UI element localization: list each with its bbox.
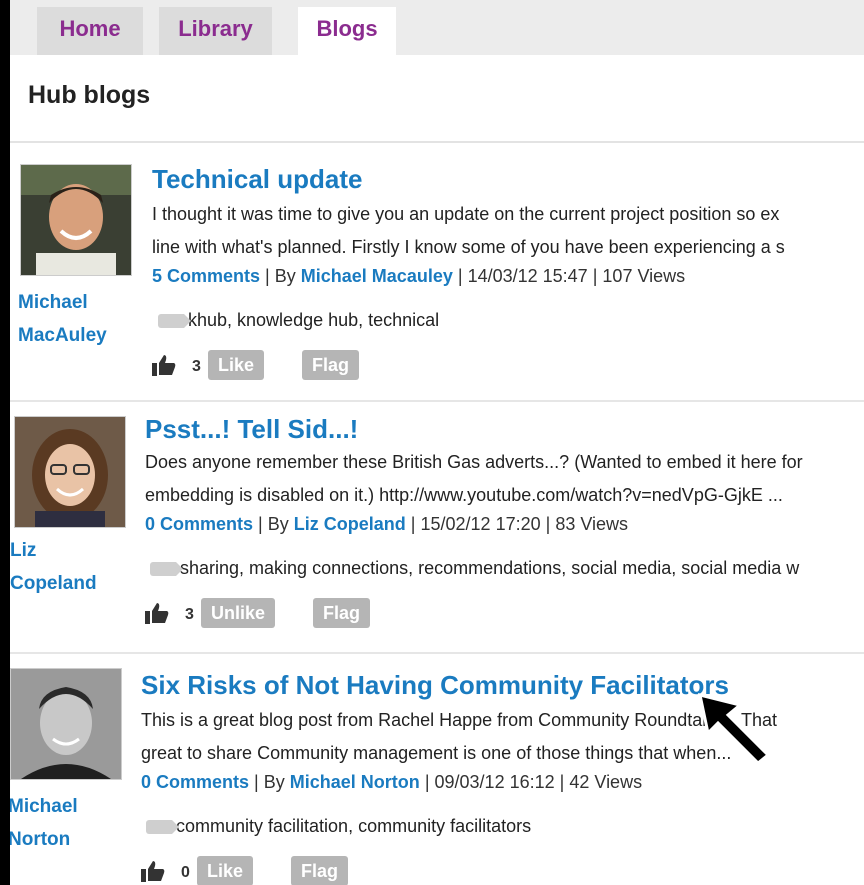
- separator: |: [592, 266, 598, 286]
- tag-icon: [158, 314, 191, 329]
- tag-icon: [150, 562, 183, 577]
- post-meta: 5 Comments | By Michael Macauley | 14/03…: [152, 266, 685, 287]
- flag-button[interactable]: Flag: [291, 856, 349, 885]
- like-count: 3: [185, 606, 194, 623]
- author-last-name: Norton: [10, 829, 71, 850]
- view-count: 42 Views: [569, 772, 643, 792]
- post-meta: 0 Comments | By Michael Norton | 09/03/1…: [141, 772, 642, 793]
- like-button[interactable]: Like: [208, 350, 265, 380]
- tab-library[interactable]: Library: [159, 7, 272, 55]
- tab-blogs[interactable]: Blogs: [298, 7, 396, 55]
- by-label: By: [267, 514, 289, 534]
- by-label: By: [274, 266, 296, 286]
- separator: |: [424, 772, 430, 792]
- excerpt-line: embedding is disabled on it.) http://www…: [145, 485, 783, 505]
- tag-list[interactable]: sharing, making connections, recommendat…: [180, 558, 799, 578]
- post-meta: 0 Comments | By Liz Copeland | 15/02/12 …: [145, 514, 628, 535]
- blog-post: Michael Norton Six Risks of Not Having C…: [10, 652, 864, 885]
- like-count: 0: [181, 864, 190, 881]
- thumbs-up-icon: [145, 603, 169, 624]
- post-date: 15/02/12 17:20: [420, 514, 541, 534]
- author-link[interactable]: Liz Copeland: [294, 514, 406, 534]
- avatar[interactable]: [10, 668, 122, 780]
- post-excerpt: Does anyone remember these British Gas a…: [145, 446, 864, 512]
- thumbs-up-icon: [152, 355, 176, 376]
- post-tags: khub, knowledge hub, technical: [158, 310, 439, 331]
- separator: |: [559, 772, 565, 792]
- post-tags: community facilitation, community facili…: [146, 816, 531, 837]
- page-title: Hub blogs: [28, 81, 151, 109]
- comments-link[interactable]: 0 Comments: [141, 772, 249, 792]
- flag-button[interactable]: Flag: [313, 598, 371, 628]
- blog-post: Michael MacAuley Technical update I thou…: [10, 150, 864, 400]
- post-tags: sharing, making connections, recommendat…: [150, 558, 799, 579]
- tag-list[interactable]: khub, knowledge hub, technical: [188, 310, 439, 330]
- post-title[interactable]: Psst...! Tell Sid...!: [145, 414, 358, 445]
- tab-home[interactable]: Home: [37, 7, 143, 55]
- avatar[interactable]: [20, 164, 132, 276]
- post-date: 14/03/12 15:47: [467, 266, 588, 286]
- excerpt-line: Does anyone remember these British Gas a…: [145, 452, 803, 472]
- author-link[interactable]: Michael Macauley: [301, 266, 453, 286]
- by-label: By: [263, 772, 285, 792]
- separator: |: [265, 266, 270, 286]
- comments-link[interactable]: 0 Comments: [145, 514, 253, 534]
- excerpt-line: line with what's planned. Firstly I know…: [152, 237, 785, 257]
- tag-icon: [146, 820, 179, 835]
- separator: |: [545, 514, 551, 534]
- post-title[interactable]: Technical update: [152, 164, 362, 195]
- author-link[interactable]: Michael Norton: [290, 772, 420, 792]
- author-name[interactable]: Liz Copeland: [10, 534, 120, 600]
- blog-post: Liz Copeland Psst...! Tell Sid...! Does …: [10, 400, 864, 652]
- comments-link[interactable]: 5 Comments: [152, 266, 260, 286]
- author-name[interactable]: Michael Norton: [10, 790, 118, 856]
- author-name[interactable]: Michael MacAuley: [18, 286, 128, 352]
- flag-button[interactable]: Flag: [302, 350, 360, 380]
- separator: |: [254, 772, 259, 792]
- author-first-name: Michael: [18, 292, 88, 313]
- post-date: 09/03/12 16:12: [434, 772, 555, 792]
- excerpt-line: I thought it was time to give you an upd…: [152, 204, 780, 224]
- separator: |: [410, 514, 416, 534]
- avatar[interactable]: [14, 416, 126, 528]
- author-last-name: Copeland: [10, 573, 97, 594]
- view-count: 107 Views: [602, 266, 686, 286]
- separator: |: [457, 266, 463, 286]
- view-count: 83 Views: [555, 514, 629, 534]
- author-first-name: Michael: [10, 796, 78, 817]
- thumbs-up-icon: [141, 861, 165, 882]
- unlike-button[interactable]: Unlike: [201, 598, 276, 628]
- post-title[interactable]: Six Risks of Not Having Community Facili…: [141, 670, 729, 701]
- author-first-name: Liz: [10, 540, 37, 561]
- tab-bar: Home Library Blogs: [10, 0, 864, 55]
- post-excerpt: I thought it was time to give you an upd…: [152, 198, 864, 264]
- page-header: Hub blogs: [10, 55, 864, 143]
- mouse-pointer-icon: [698, 692, 771, 765]
- author-last-name: MacAuley: [18, 325, 107, 346]
- like-button[interactable]: Like: [197, 856, 254, 885]
- like-count: 3: [192, 358, 201, 375]
- tag-list[interactable]: community facilitation, community facili…: [176, 816, 531, 836]
- blogs-page: Home Library Blogs Hub blogs Michael Mac…: [10, 0, 864, 885]
- separator: |: [258, 514, 263, 534]
